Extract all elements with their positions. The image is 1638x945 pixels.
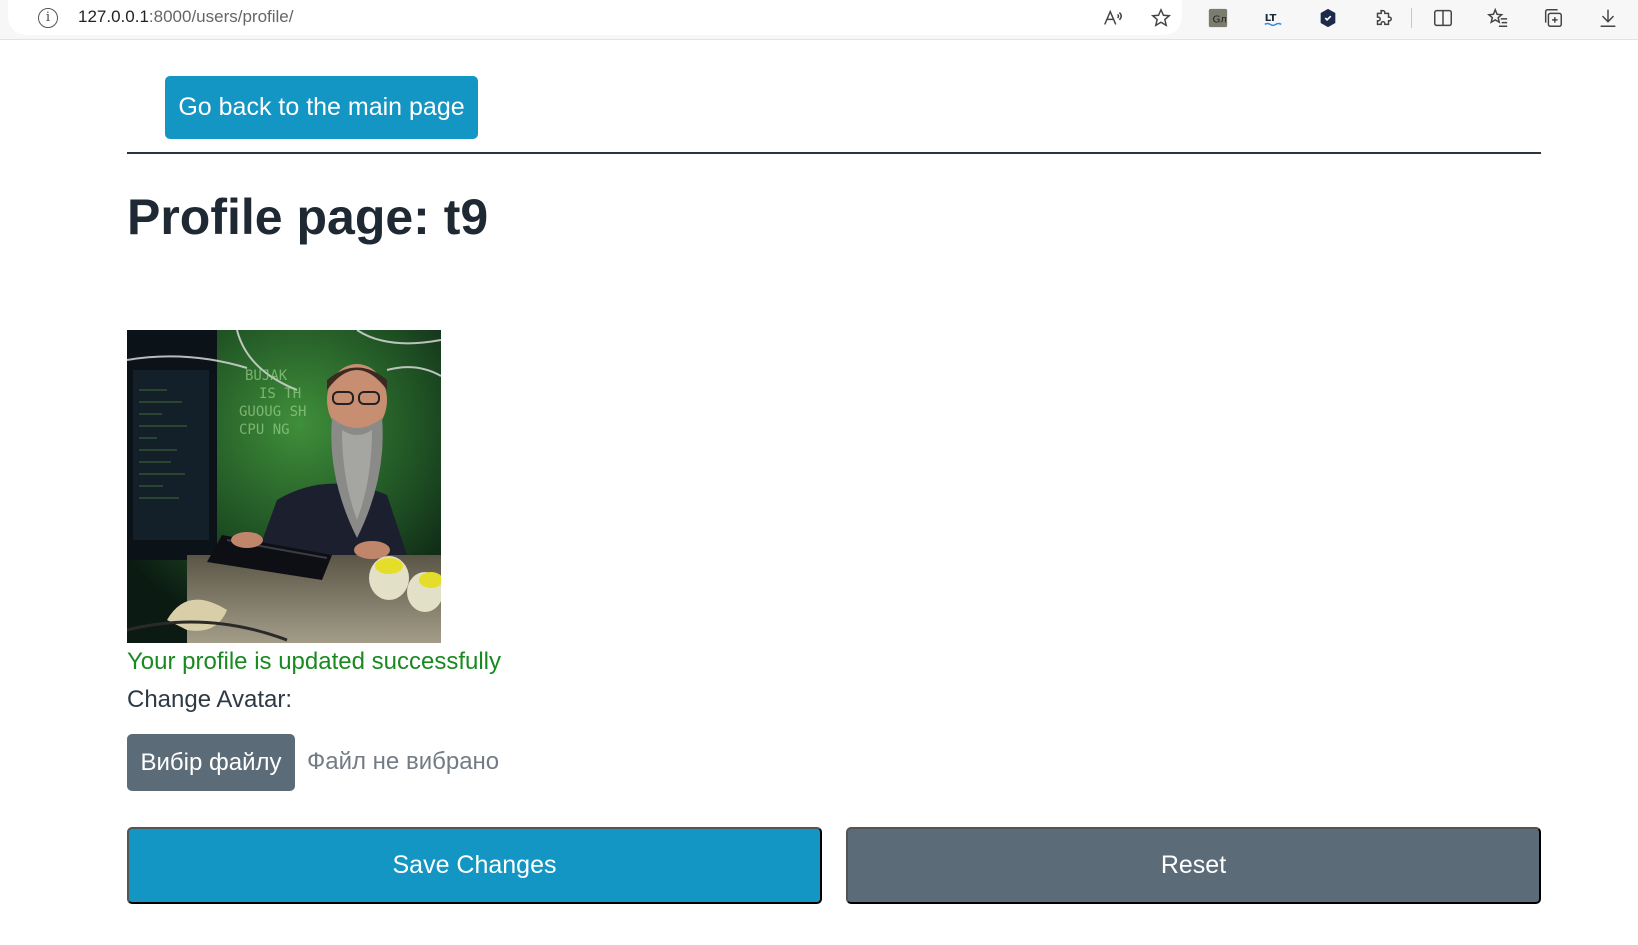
svg-text:Gл: Gл — [1213, 15, 1227, 26]
divider — [127, 152, 1541, 154]
svg-text:GUOUG SH: GUOUG SH — [239, 404, 306, 420]
split-screen-icon[interactable] — [1430, 5, 1456, 31]
svg-text:IS TH: IS TH — [259, 386, 301, 402]
extension-translate-icon[interactable]: Gл — [1205, 5, 1231, 31]
favorite-star-icon[interactable] — [1148, 5, 1174, 31]
browser-toolbar: i 127.0.0.1:8000/users/profile/ Gл LT — [0, 0, 1638, 40]
url-text[interactable]: 127.0.0.1:8000/users/profile/ — [78, 7, 294, 27]
choose-file-button[interactable]: Вибір файлу — [127, 734, 295, 791]
downloads-icon[interactable] — [1595, 5, 1621, 31]
success-message: Your profile is updated successfully — [127, 648, 501, 675]
address-bar[interactable]: i 127.0.0.1:8000/users/profile/ — [8, 0, 1182, 35]
file-status-text: Файл не вибрано — [307, 748, 500, 775]
change-avatar-label: Change Avatar: — [127, 686, 293, 713]
svg-text:BUJAK: BUJAK — [245, 368, 288, 384]
svg-text:LT: LT — [1265, 13, 1277, 24]
extensions-puzzle-icon[interactable] — [1370, 5, 1396, 31]
reset-button[interactable]: Reset — [846, 827, 1541, 904]
collections-icon[interactable] — [1540, 5, 1566, 31]
toolbar-separator — [1411, 8, 1412, 28]
info-icon[interactable]: i — [38, 8, 58, 28]
favorites-list-icon[interactable] — [1485, 5, 1511, 31]
svg-text:CPU NG: CPU NG — [239, 422, 290, 438]
save-changes-button[interactable]: Save Changes — [127, 827, 822, 904]
back-to-main-button[interactable]: Go back to the main page — [165, 76, 478, 139]
extension-shield-icon[interactable] — [1315, 5, 1341, 31]
read-aloud-icon[interactable] — [1100, 5, 1126, 31]
avatar: BUJAK IS TH GUOUG SH CPU NG — [127, 330, 441, 643]
extension-languagetool-icon[interactable]: LT — [1260, 5, 1286, 31]
page-title: Profile page: t9 — [127, 189, 489, 245]
